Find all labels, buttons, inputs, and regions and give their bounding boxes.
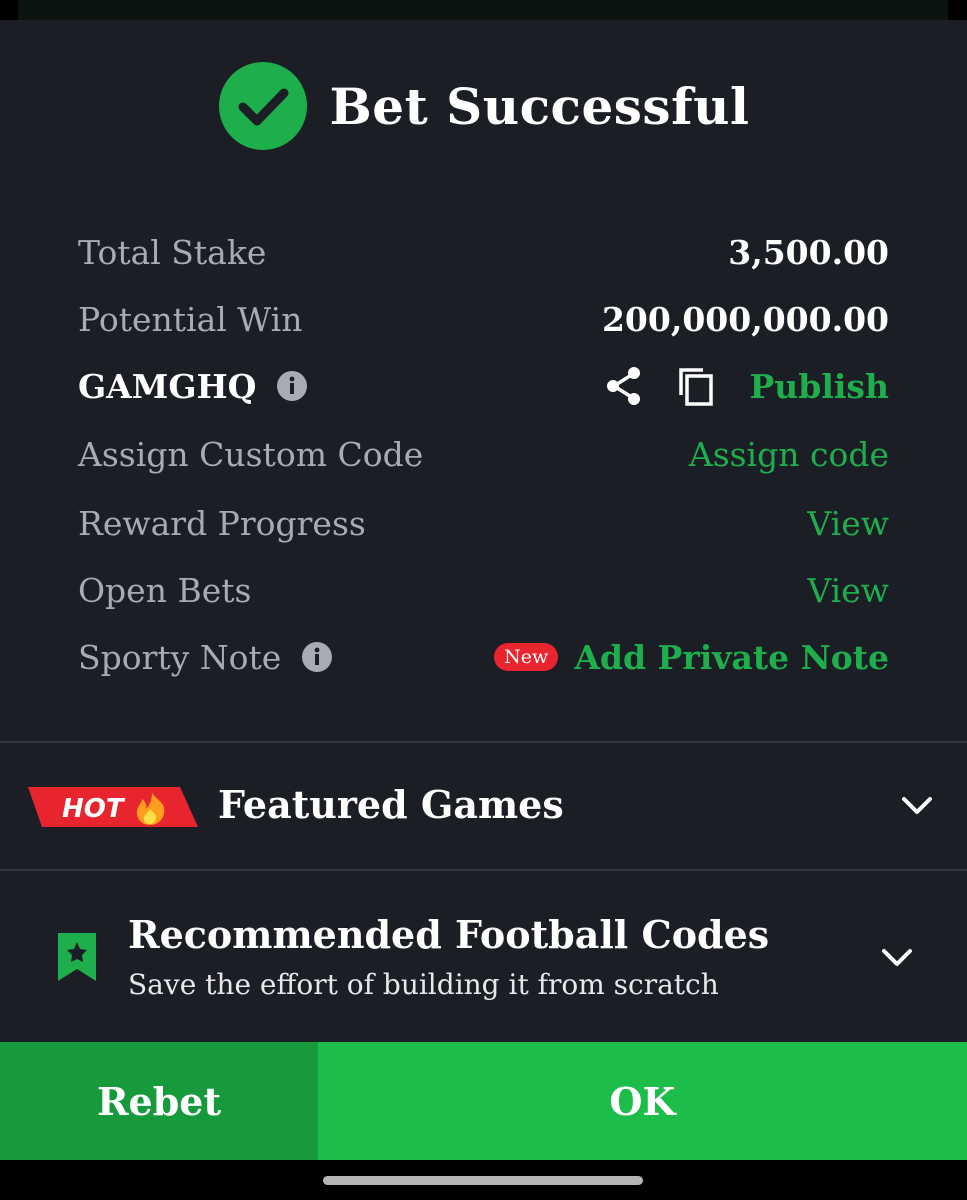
success-header: Bet Successful <box>0 60 967 152</box>
new-badge: New <box>494 643 559 671</box>
reward-progress-row: Reward Progress View <box>78 496 889 550</box>
featured-games-title: Featured Games <box>218 782 564 827</box>
info-icon[interactable] <box>301 641 333 673</box>
copy-icon[interactable] <box>675 365 717 407</box>
bookmark-star-icon <box>58 933 96 981</box>
check-circle-icon <box>218 62 307 150</box>
potential-win-label: Potential Win <box>78 299 303 339</box>
potential-win-value: 200,000,000.00 <box>601 299 889 339</box>
recommended-title: Recommended Football Codes <box>128 912 770 957</box>
page-title: Bet Successful <box>329 76 750 136</box>
reward-progress-label: Reward Progress <box>78 503 366 543</box>
add-private-note-link[interactable]: Add Private Note <box>574 638 889 677</box>
home-indicator[interactable] <box>323 1176 643 1185</box>
chevron-down-icon[interactable] <box>900 794 934 818</box>
recommended-subtitle: Save the effort of building it from scra… <box>128 968 719 1001</box>
custom-code-row: Assign Custom Code Assign code <box>78 427 889 481</box>
divider <box>0 869 967 871</box>
booking-actions: Publish <box>603 365 889 407</box>
open-bets-row: Open Bets View <box>78 563 889 617</box>
share-icon[interactable] <box>603 365 645 407</box>
booking-code-row: GAMGHQ Publish <box>78 359 889 413</box>
rebet-button[interactable]: Rebet <box>0 1042 318 1160</box>
sporty-note-row: Sporty Note New Add Private Note <box>78 630 889 684</box>
potential-win-row: Potential Win 200,000,000.00 <box>78 292 889 346</box>
featured-games-section[interactable]: HOT Featured Games <box>0 744 967 868</box>
sporty-note-label-wrap: Sporty Note <box>78 638 333 677</box>
assign-code-link[interactable]: Assign code <box>689 435 889 474</box>
system-nav-bar <box>0 1160 967 1200</box>
info-icon[interactable] <box>276 370 308 402</box>
total-stake-label: Total Stake <box>78 232 267 272</box>
open-bets-label: Open Bets <box>78 570 252 610</box>
sporty-note-label: Sporty Note <box>78 637 282 677</box>
custom-code-label: Assign Custom Code <box>78 434 424 474</box>
publish-link[interactable]: Publish <box>749 367 889 406</box>
hot-badge-text: HOT <box>62 794 126 824</box>
sporty-note-actions: New Add Private Note <box>494 638 889 677</box>
chevron-down-icon[interactable] <box>880 946 914 970</box>
booking-code-wrap: GAMGHQ <box>78 367 308 406</box>
booking-code: GAMGHQ <box>78 366 257 406</box>
divider <box>0 741 967 743</box>
total-stake-value: 3,500.00 <box>728 232 889 272</box>
open-bets-view-link[interactable]: View <box>807 571 889 610</box>
reward-progress-view-link[interactable]: View <box>807 504 889 543</box>
hot-badge: HOT <box>28 787 198 827</box>
recommended-codes-section[interactable]: Recommended Football Codes Save the effo… <box>0 872 967 1042</box>
top-strip-inner <box>18 0 948 20</box>
total-stake-row: Total Stake 3,500.00 <box>78 225 889 279</box>
top-strip <box>0 0 967 20</box>
ok-button[interactable]: OK <box>318 1042 967 1160</box>
